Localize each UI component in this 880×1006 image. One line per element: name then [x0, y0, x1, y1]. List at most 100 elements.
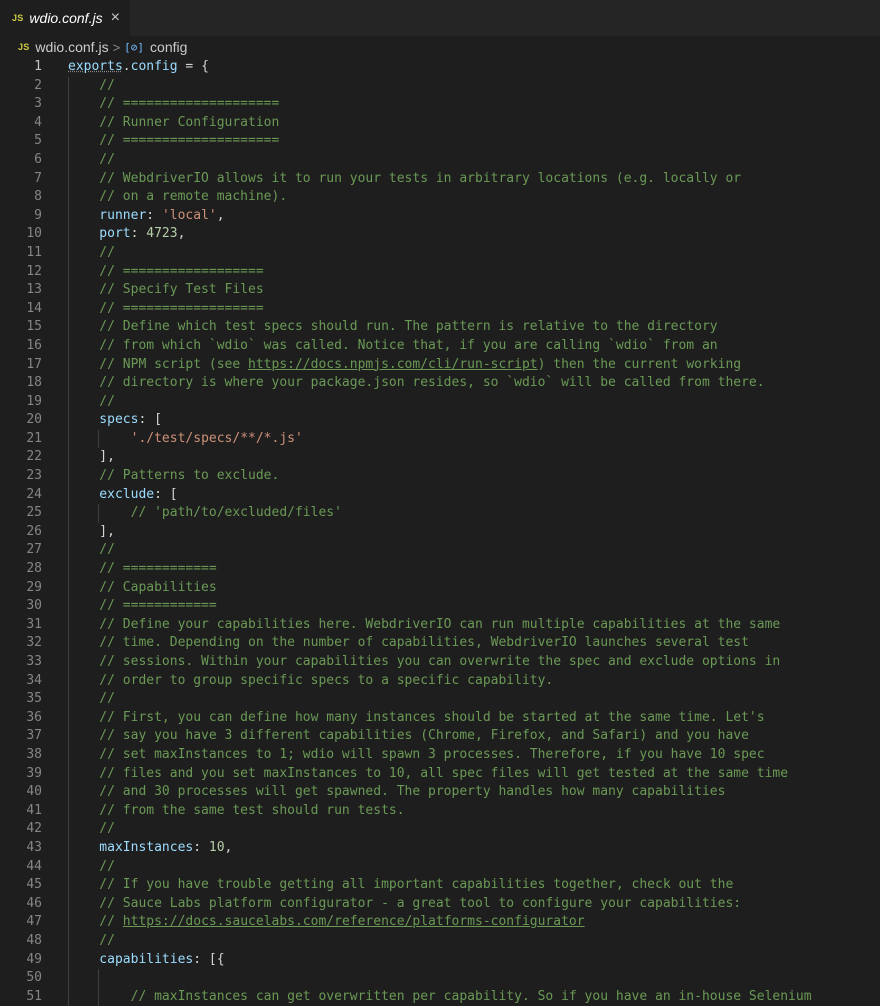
code-line[interactable]: 45 // If you have trouble getting all im… [0, 876, 880, 895]
code-line[interactable]: 31 // Define your capabilities here. Web… [0, 615, 880, 635]
code-line[interactable]: 34 // order to group specific specs to a… [0, 671, 880, 691]
code-text: // If you have trouble getting all impor… [68, 876, 733, 895]
code-line[interactable]: 51 // maxInstances can get overwritten p… [0, 987, 880, 1006]
code-line[interactable]: 25 // 'path/to/excluded/files' [0, 504, 880, 523]
code-line[interactable]: 21 './test/specs/**/*.js' [0, 429, 880, 449]
code-line[interactable]: 8 // on a remote machine). [0, 188, 880, 207]
code-line[interactable]: 48 // [0, 931, 880, 951]
code-token: // WebdriverIO allows it to run your tes… [68, 170, 742, 186]
code-token: // from which `wdio` was called. Notice … [68, 337, 718, 353]
code-line[interactable]: 22 ], [0, 448, 880, 468]
code-line[interactable]: 46 // Sauce Labs platform configurator -… [0, 894, 880, 914]
line-number: 15 [26, 319, 42, 335]
line-number: 48 [26, 932, 42, 948]
line-number: 27 [26, 542, 42, 558]
code-token: // ================== [68, 300, 264, 316]
code-token: // ==================== [68, 133, 280, 149]
code-line[interactable]: 37 // say you have 3 different capabilit… [0, 727, 880, 746]
code-token: // say you have 3 different capabilities… [68, 728, 749, 744]
code-text: // [68, 77, 115, 96]
code-line[interactable]: 39 // files and you set maxInstances to … [0, 764, 880, 784]
code-token: // Runner Configuration [68, 114, 280, 130]
code-token: : [193, 839, 209, 855]
code-line[interactable]: 13 // Specify Test Files [0, 281, 880, 300]
line-number: 12 [26, 263, 42, 279]
code-line[interactable]: 9 runner: 'local', [0, 206, 880, 226]
code-token: 10 [208, 839, 225, 855]
code-line[interactable]: 18 // directory is where your package.js… [0, 374, 880, 393]
code-line[interactable]: 33 // sessions. Within your capabilities… [0, 653, 880, 672]
code-line[interactable]: 12 // ================== [0, 262, 880, 282]
code-token: // order to group specific specs to a sp… [68, 672, 554, 688]
line-number: 6 [34, 151, 42, 167]
code-line[interactable]: 32 // time. Depending on the number of c… [0, 634, 880, 653]
code-line[interactable]: 42 // [0, 820, 880, 839]
code-line[interactable]: 1 exports.config = { [0, 58, 880, 77]
code-token: : [146, 207, 162, 223]
breadcrumb: JS wdio.conf.js > [⊘] config [0, 36, 880, 58]
code-line[interactable]: 26 ], [0, 522, 880, 542]
code-line[interactable]: 36 // First, you can define how many ins… [0, 708, 880, 728]
code-line[interactable]: 30 // ============ [0, 597, 880, 616]
code-line[interactable]: 14 // ================== [0, 299, 880, 319]
code-line[interactable]: 35 // [0, 690, 880, 709]
code-token: , [224, 839, 233, 855]
code-line[interactable]: 3 // ==================== [0, 95, 880, 114]
code-line[interactable]: 11 // [0, 243, 880, 263]
code-text: // Specify Test Files [68, 281, 263, 300]
code-text: './test/specs/**/*.js' [68, 430, 303, 449]
code-text: // ==================== [68, 132, 279, 151]
code-line[interactable]: 23 // Patterns to exclude. [0, 467, 880, 486]
code-line[interactable]: 40 // and 30 processes will get spawned.… [0, 783, 880, 802]
code-line[interactable]: 50 [0, 969, 880, 988]
code-token: // Define your capabilities here. Webdri… [68, 616, 781, 632]
code-editor[interactable]: 1 exports.config = {2 //3 // ============… [0, 58, 880, 1006]
line-number: 39 [26, 765, 42, 781]
code-line[interactable]: 20 specs: [ [0, 411, 880, 430]
line-number: 49 [26, 951, 42, 967]
code-line[interactable]: 7 // WebdriverIO allows it to run your t… [0, 169, 880, 189]
code-line[interactable]: 41 // from the same test should run test… [0, 801, 880, 821]
close-icon[interactable]: × [111, 10, 120, 26]
code-token: // [68, 932, 115, 948]
code-text: // Patterns to exclude. [68, 467, 279, 486]
code-line[interactable]: 16 // from which `wdio` was called. Noti… [0, 336, 880, 356]
code-text: // and 30 processes will get spawned. Th… [68, 783, 725, 802]
line-number: 24 [26, 486, 42, 502]
code-token: // 'path/to/excluded/files' [68, 505, 342, 521]
code-token: // [68, 151, 115, 167]
code-text: // [68, 820, 115, 839]
line-number: 10 [26, 226, 42, 242]
code-token: // [68, 821, 115, 837]
code-line[interactable]: 49 capabilities: [{ [0, 950, 880, 970]
code-line[interactable]: 28 // ============ [0, 560, 880, 579]
code-line[interactable]: 19 // [0, 392, 880, 412]
code-line[interactable]: 38 // set maxInstances to 1; wdio will s… [0, 745, 880, 765]
code-line[interactable]: 43 maxInstances: 10, [0, 838, 880, 858]
code-line[interactable]: 47 // https://docs.saucelabs.com/referen… [0, 913, 880, 932]
code-token: // set maxInstances to 1; wdio will spaw… [68, 746, 765, 762]
code-line[interactable]: 6 // [0, 150, 880, 170]
code-line[interactable]: 17 // NPM script (see https://docs.npmjs… [0, 355, 880, 375]
code-text: // time. Depending on the number of capa… [68, 634, 749, 653]
code-line[interactable]: 15 // Define which test specs should run… [0, 318, 880, 337]
code-text: // ================== [68, 300, 264, 319]
code-text: port: 4723, [68, 225, 185, 244]
breadcrumb-symbol[interactable]: [⊘] config [124, 39, 187, 55]
code-line[interactable]: 4 // Runner Configuration [0, 113, 880, 133]
code-line[interactable]: 2 // [0, 76, 880, 96]
tab-wdio-conf[interactable]: JS wdio.conf.js × [0, 0, 131, 36]
code-line[interactable]: 44 // [0, 857, 880, 877]
line-number: 42 [26, 821, 42, 837]
code-token: // Patterns to exclude. [68, 468, 280, 484]
code-token: // from the same test should run tests. [68, 802, 405, 818]
line-number: 46 [26, 895, 42, 911]
breadcrumb-file[interactable]: JS wdio.conf.js [18, 39, 109, 55]
line-number: 4 [34, 114, 42, 130]
code-line[interactable]: 27 // [0, 541, 880, 561]
code-line[interactable]: 10 port: 4723, [0, 225, 880, 244]
code-text: // from the same test should run tests. [68, 802, 405, 821]
code-line[interactable]: 24 exclude: [ [0, 485, 880, 505]
code-line[interactable]: 5 // ==================== [0, 132, 880, 151]
code-line[interactable]: 29 // Capabilities [0, 578, 880, 598]
